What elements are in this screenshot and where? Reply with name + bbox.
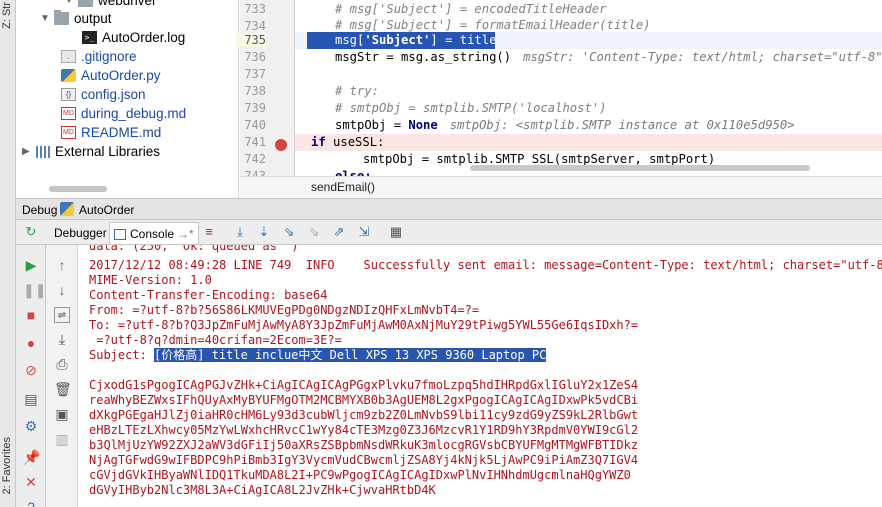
console-line: To: =?utf-8?b?Q3JpZmFuMjAwMyA8Y3JpZmFuMj… [89,318,639,332]
code-line: else: [335,169,372,176]
console-line: MIME-Version: 1.0 [89,273,212,287]
selected-subject-text: [价格高] title inclue中文 Dell XPS 13 XPS 936… [154,348,547,362]
stop-icon[interactable]: ■ [23,307,39,323]
tree-item-during-debug-md[interactable]: MD during_debug.md [61,104,186,123]
settings-gear-icon[interactable]: ⚙ [23,418,39,434]
folder-icon [54,10,69,25]
console-side-toolbar: ↑ ↓ ⇌ ⤓ ⎙ 🗑 ▣ ▥ [46,245,78,507]
console-line-subject: Subject: [价格高] title inclue中文 Dell XPS 1… [89,348,547,362]
tree-item-config-json[interactable]: {} config.json [61,85,146,104]
expand-arrow-icon[interactable]: ▼ [40,13,54,24]
pause-icon[interactable]: ❚❚ [23,282,46,298]
pin-icon[interactable]: 📌 [23,449,40,465]
mute-breakpoints-icon[interactable]: ⊘ [23,362,39,378]
code-line: # msg['Subject'] = encodedTitleHeader [335,2,607,16]
attach-icon[interactable]: ▥ [54,431,70,447]
debug-title: Debug [22,203,58,217]
scroll-down-icon[interactable]: ↓ [54,282,70,298]
console-output[interactable]: data: (250, 'Ok: queued as ') 2017/12/12… [78,245,882,507]
run-to-cursor-icon[interactable]: ⇲ [356,224,372,240]
inline-debug-value: msgStr: 'Content-Type: text/html; charse… [523,50,882,64]
console-line: CjxodG1sPgogICAgPGJvZHk+CiAgICAgICAgPGgx… [89,378,639,392]
python-run-config-icon [60,202,74,216]
tree-item-external-libraries[interactable]: ▶ External Libraries [22,142,160,161]
layout-icon[interactable]: ▤ [23,391,39,407]
resume-icon[interactable]: ▶ [23,257,39,273]
json-file-icon: {} [61,88,76,101]
console-line: eHBzLTEzLXhwcy05MzYwLWxhcHRvcC1wYy84cTE3… [89,423,639,437]
breadcrumb-function[interactable]: sendEmail() [311,180,375,194]
library-icon [36,145,50,158]
view-breakpoints-icon[interactable]: ● [23,335,39,351]
console-line: dXkgPGEgaHJlZj0iaHR0cHM6Ly93d3cubWljcm9z… [89,408,639,422]
step-over-icon[interactable]: ⤓ [232,224,248,240]
code-line: msgStr = msg.as_string() msgStr: 'Content… [335,49,882,66]
inline-debug-value: smtpObj: <smtplib.SMTP instance at 0x110… [449,118,795,132]
console-line: Content-Transfer-Encoding: base64 [89,288,328,302]
code-line: smtpObj = None smtpObj: <smtplib.SMTP ins… [335,118,795,132]
tree-item-gitignore[interactable]: . .gitignore [61,47,137,66]
console-line: =?utf-8?q?dmin=40crifan=2Ecom=3E?= [89,333,342,347]
console-line: From: =?utf-8?b?56S86LKMUVEgPDg0NDgzNDIz… [89,303,480,317]
collapse-arrow-icon[interactable]: ▶ [22,146,36,157]
left-tool-strip: Z: Str 2: Favorites [0,0,16,507]
breakpoint-icon[interactable] [275,139,287,151]
console-line: b3QlMjUzYW92ZXJ2aWV3dGFiIj50aXRsZSBpbmNs… [89,438,639,452]
code-line: # smtpObj = smtplib.SMTP('localhost') [335,101,607,115]
debug-config-name[interactable]: AutoOrder [79,203,134,217]
console-line: reaWhyBEZWxsIFhQUyAxMyBYUFMgOTM2MCBMYXB0… [89,393,639,407]
tree-item-autoorder-log[interactable]: >_ AutoOrder.log [82,28,185,47]
project-tree: ▼ webdriver ▼ output >_ AutoOrder.log . … [16,0,239,198]
force-step-into-icon[interactable]: ⇘ [306,224,322,240]
console-line: 2017/12/12 08:49:28 LINE 749 INFO Succes… [89,258,882,272]
tree-item-autoorder-py[interactable]: AutoOrder.py [61,66,161,85]
console-line: dGVyIHByb2Nlc3M8L3A+CiAgICA8L2JvZHk+Cjwv… [89,483,436,497]
scroll-up-icon[interactable]: ↑ [54,257,70,273]
close-icon[interactable]: ✕ [23,474,39,490]
gitignore-file-icon: . [61,50,76,63]
help-icon[interactable]: ? [23,499,39,507]
rerun-icon[interactable]: ↻ [23,224,39,240]
log-file-icon: >_ [82,31,97,44]
console-line: NjAgTGFwdG9wIFBDPC9hPiBmb3IgY3VycmVudCBw… [89,453,639,467]
editor-horizontal-scrollbar[interactable] [470,165,810,171]
markdown-file-icon: MD [61,107,76,120]
console-icon [114,229,126,241]
scroll-to-end-icon[interactable]: ⤓ [54,331,70,347]
debug-toolbar: ↻ Debugger Console →* ≡ ⤓ ⇣ ⇘ ⇘ ⇗ ⇲ ▦ [16,220,882,245]
tree-item-readme-md[interactable]: MD README.md [61,123,161,142]
favorites-tool-tab[interactable]: 2: Favorites [1,437,13,494]
editor-breadcrumb: sendEmail() [240,176,882,197]
code-line: # try: [335,84,380,98]
clear-all-icon[interactable]: 🗑 [54,381,72,397]
step-into-icon[interactable]: ⇣ [256,224,272,240]
tree-horizontal-scrollbar[interactable] [49,186,107,192]
collapse-arrow-icon[interactable]: ▼ [64,0,78,6]
editor-gutter: 733 734 735 736 737 738 739 740 741 742 … [236,0,305,183]
tab-console[interactable]: Console →* [109,222,199,244]
soft-wrap-icon[interactable]: ⇌ [54,307,70,323]
tree-item-output[interactable]: ▼ output [40,9,112,28]
structure-tool-tab[interactable]: Z: Str [1,2,13,29]
step-into-my-code-icon[interactable]: ⇘ [281,224,297,240]
tab-debugger[interactable]: Debugger [50,222,111,244]
show-execution-point-icon[interactable]: ≡ [201,224,217,240]
step-out-icon[interactable]: ⇗ [331,224,347,240]
debug-side-toolbar: ▶ ❚❚ ■ ● ⊘ ▤ ⚙ 📌 ✕ ? [16,245,46,507]
print-icon[interactable]: ⎙ [54,356,70,372]
code-editor[interactable]: # msg['Subject'] = encodedTitleHeader # … [295,0,882,176]
python-file-icon [61,69,76,82]
console-icon[interactable]: ▣ [54,406,70,422]
debug-tool-window-header: Debug AutoOrder [16,198,882,220]
markdown-file-icon: MD [61,126,76,139]
folder-icon [78,0,93,7]
code-line: if useSSL: [311,135,385,149]
console-line: cGVjdGVkIHByaWNlIDQ1TkuMDA8L2I+PC9wPgogI… [89,468,631,482]
ide-window: Z: Str 2: Favorites ▼ webdriver ▼ output… [0,0,882,507]
evaluate-expression-icon[interactable]: ▦ [388,224,404,240]
code-line-current: msg['Subject'] = title [335,33,497,47]
console-line: data: (250, 'Ok: queued as ') [89,245,299,253]
